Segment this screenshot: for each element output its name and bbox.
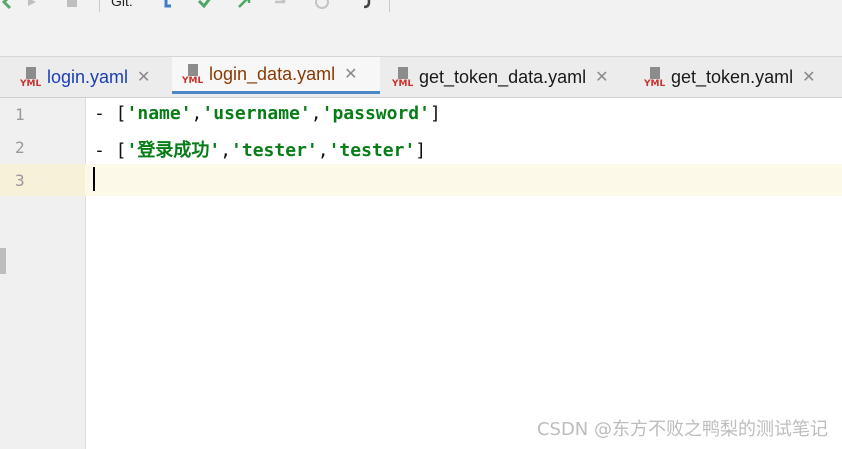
close-icon[interactable]: ✕ [344, 64, 357, 84]
git-push-icon[interactable] [236, 0, 252, 10]
yaml-string: '登录成功' [126, 140, 221, 161]
close-icon[interactable]: ✕ [137, 67, 150, 87]
closing-bracket: ] [415, 140, 427, 161]
code-line[interactable]: - ['登录成功','tester','tester'] [94, 136, 426, 162]
yaml-string: 'username' [202, 103, 311, 124]
tab-get-token-data-yaml[interactable]: YML get_token_data.yaml ✕ [392, 57, 628, 97]
yaml-string: 'tester' [328, 140, 416, 161]
toolbar-separator [389, 0, 390, 12]
rollback-icon[interactable] [356, 0, 372, 10]
tab-label: login.yaml [47, 66, 129, 87]
tab-label: login_data.yaml [209, 63, 336, 84]
line-number: 2 [15, 138, 25, 157]
yaml-string: 'name' [126, 103, 192, 124]
yaml-list-prefix: - [ [94, 140, 127, 161]
svg-text:YML: YML [392, 79, 413, 88]
close-icon[interactable]: ✕ [595, 67, 608, 87]
debug-icon[interactable] [24, 0, 40, 10]
toolbar: Git: [0, 0, 842, 57]
editor-tab-bar: YML login.yaml ✕ YML login_data.yaml ✕ Y… [0, 57, 842, 98]
code-line[interactable]: - ['name','username','password'] [94, 103, 441, 124]
svg-text:YML: YML [644, 79, 665, 88]
stop-icon[interactable] [64, 0, 80, 10]
back-arrow-icon[interactable] [0, 0, 16, 10]
scroll-handle[interactable] [0, 248, 6, 274]
tab-login-yaml[interactable]: YML login.yaml ✕ [20, 57, 162, 97]
watermark: CSDN @东方不败之鸭梨的测试笔记 [536, 419, 828, 440]
text-caret [93, 167, 95, 191]
tab-label: get_token.yaml [671, 66, 794, 87]
svg-text:YML: YML [20, 79, 41, 88]
yaml-file-icon: YML [182, 64, 203, 85]
svg-text:YML: YML [182, 76, 203, 85]
git-commit-icon[interactable] [197, 0, 213, 10]
forward-arrow-icon[interactable] [272, 0, 288, 10]
comma: , [310, 103, 322, 124]
yaml-file-icon: YML [644, 67, 665, 88]
toolbar-separator [99, 0, 100, 12]
line-number: 3 [15, 171, 25, 190]
yaml-list-prefix: - [ [94, 103, 127, 124]
current-line-highlight [0, 164, 842, 196]
history-icon[interactable] [314, 0, 330, 10]
yaml-string: 'tester' [231, 140, 318, 161]
tab-login-data-yaml[interactable]: YML login_data.yaml ✕ [172, 57, 380, 94]
git-label: Git: [111, 0, 133, 9]
yaml-string: 'password' [321, 103, 430, 124]
comma: , [220, 140, 232, 161]
tab-get-token-yaml[interactable]: YML get_token.yaml ✕ [644, 57, 842, 97]
comma: , [317, 140, 329, 161]
comma: , [191, 103, 203, 124]
yaml-file-icon: YML [392, 67, 413, 88]
git-update-icon[interactable] [160, 0, 176, 10]
line-number: 1 [15, 105, 25, 124]
code-editor[interactable]: 1 2 3 - ['name','username','password'] -… [0, 98, 842, 449]
tab-label: get_token_data.yaml [419, 66, 587, 87]
close-icon[interactable]: ✕ [802, 67, 815, 87]
closing-bracket: ] [429, 103, 441, 124]
yaml-file-icon: YML [20, 67, 41, 88]
